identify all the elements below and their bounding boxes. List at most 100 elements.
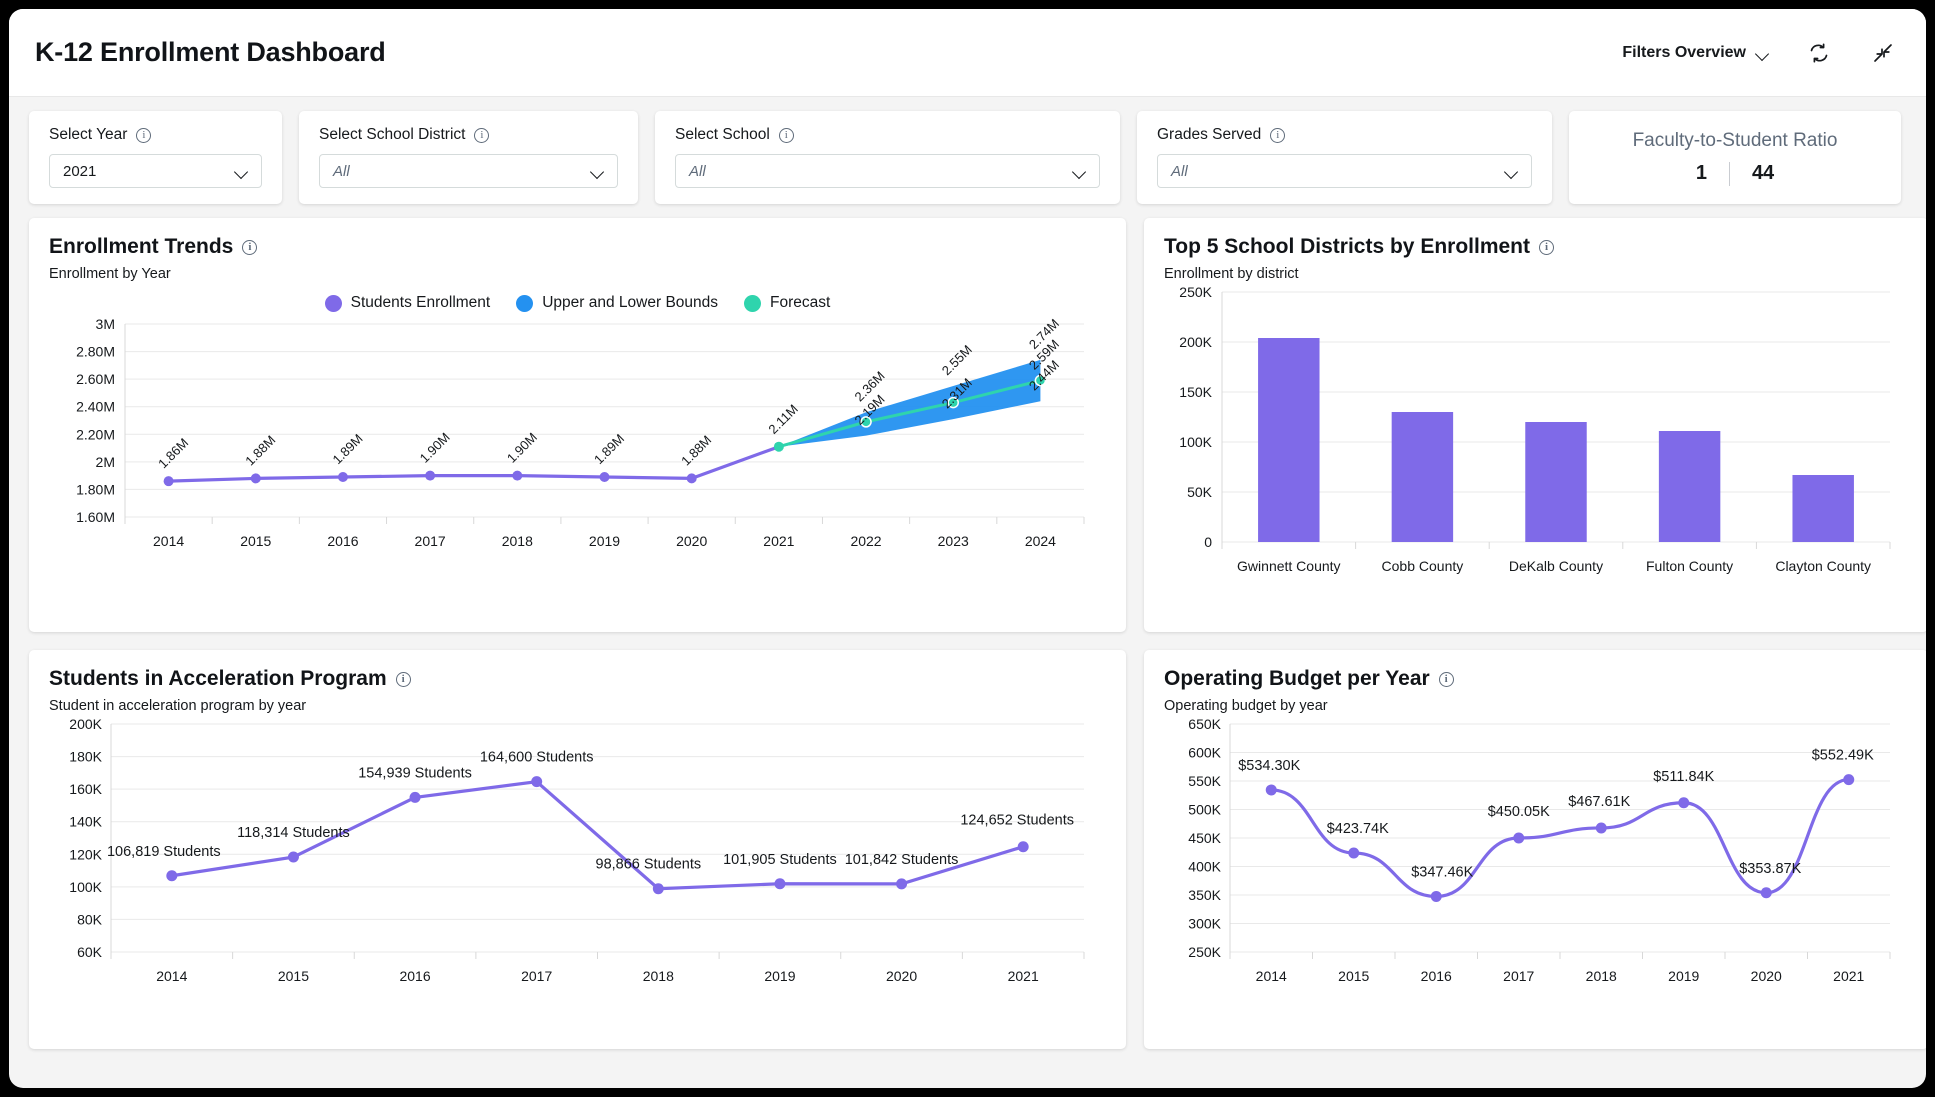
collapse-button[interactable] xyxy=(1868,38,1898,68)
data-label: 164,600 Students xyxy=(480,750,594,766)
data-point[interactable] xyxy=(896,878,908,890)
data-label: $511.84K xyxy=(1653,769,1714,785)
filters-overview-dropdown[interactable]: Filters Overview xyxy=(1622,44,1770,62)
data-point[interactable] xyxy=(1595,822,1607,834)
header-actions: Filters Overview xyxy=(1622,38,1898,68)
info-icon[interactable] xyxy=(136,127,152,143)
data-point[interactable] xyxy=(1760,887,1772,899)
data-point[interactable] xyxy=(686,473,697,484)
legend-item[interactable]: Upper and Lower Bounds xyxy=(516,294,718,312)
data-point[interactable] xyxy=(1348,847,1360,859)
data-point[interactable] xyxy=(1513,832,1525,844)
data-point[interactable] xyxy=(287,851,299,863)
info-icon[interactable] xyxy=(474,127,490,143)
info-icon[interactable] xyxy=(778,127,794,143)
data-point[interactable] xyxy=(1017,841,1029,853)
y-axis-tick: 350K xyxy=(1188,887,1221,903)
data-point[interactable] xyxy=(409,791,421,803)
select-year-dropdown[interactable]: 2021 xyxy=(49,154,262,188)
data-point[interactable] xyxy=(1843,774,1855,786)
info-icon[interactable] xyxy=(1539,239,1554,255)
data-point[interactable] xyxy=(337,472,348,483)
data-point[interactable] xyxy=(1265,784,1277,796)
data-point[interactable] xyxy=(652,883,664,895)
y-axis-tick: 100K xyxy=(1179,434,1212,450)
legend-item[interactable]: Students Enrollment xyxy=(324,294,490,312)
bar[interactable] xyxy=(1391,412,1454,542)
data-point[interactable] xyxy=(163,476,174,487)
panel-title-text: Top 5 School Districts by Enrollment xyxy=(1164,235,1530,258)
data-point[interactable] xyxy=(773,441,784,452)
select-school-value: All xyxy=(689,162,706,180)
data-point[interactable] xyxy=(1678,797,1690,809)
dashboard-window: K-12 Enrollment Dashboard Filters Overvi… xyxy=(9,9,1926,1088)
kpi-value-right: 44 xyxy=(1751,162,1775,184)
data-label: 1.90M xyxy=(504,430,540,466)
data-label: $423.74K xyxy=(1327,821,1389,837)
bar[interactable] xyxy=(1658,431,1721,542)
x-axis-tick: 2019 xyxy=(589,533,620,549)
x-axis-tick: Fulton County xyxy=(1646,558,1733,574)
grades-served-dropdown[interactable]: All xyxy=(1157,154,1532,188)
data-point[interactable] xyxy=(166,870,178,882)
data-point[interactable] xyxy=(512,470,523,481)
legend-swatch-bounds xyxy=(516,294,534,312)
y-axis-tick: 250K xyxy=(1179,284,1212,300)
filter-select-school: Select School All xyxy=(655,111,1120,204)
data-point[interactable] xyxy=(531,776,543,788)
y-axis-tick: 400K xyxy=(1188,859,1221,875)
refresh-button[interactable] xyxy=(1804,38,1834,68)
filter-select-year: Select Year 2021 xyxy=(29,111,282,204)
y-axis-tick: 160K xyxy=(69,781,102,797)
y-axis-tick: 650K xyxy=(1188,716,1221,732)
data-label: 2.55M xyxy=(939,342,975,378)
data-point[interactable] xyxy=(250,473,261,484)
y-axis-tick: 2.80M xyxy=(76,344,115,360)
chart-legend: Students Enrollment Upper and Lower Boun… xyxy=(49,294,1106,312)
x-axis-tick: 2014 xyxy=(153,533,184,549)
acceleration-svg: 200K 180K 160K 140K 120K 100K 80K 60K 106,819 St… xyxy=(69,716,1085,984)
y-axis-tick: 250K xyxy=(1188,944,1221,960)
filters-overview-label: Filters Overview xyxy=(1622,43,1746,61)
data-label: 154,939 Students xyxy=(358,765,472,781)
chevron-down-icon xyxy=(591,167,605,175)
acceleration-plot: 200K 180K 160K 140K 120K 100K 80K 60K 106,819 St… xyxy=(49,714,1106,1019)
data-label: 1.86M xyxy=(155,435,191,471)
y-axis-tick: 2.60M xyxy=(76,371,115,387)
x-axis-tick: 2020 xyxy=(1751,968,1782,984)
y-axis-tick: 80K xyxy=(77,911,103,927)
panel-subtitle: Operating budget by year xyxy=(1164,698,1328,714)
bar[interactable] xyxy=(1525,422,1587,542)
select-school-district-dropdown[interactable]: All xyxy=(319,154,618,188)
info-icon[interactable] xyxy=(1438,671,1454,687)
bar[interactable] xyxy=(1792,475,1854,542)
data-point[interactable] xyxy=(425,470,436,481)
x-axis-tick: 2014 xyxy=(1256,968,1287,984)
forecast-band xyxy=(778,359,1041,447)
data-point[interactable] xyxy=(774,878,786,890)
info-icon[interactable] xyxy=(1270,127,1286,143)
x-axis-tick: 2017 xyxy=(1503,968,1534,984)
kpi-title: Faculty-to-Student Ratio xyxy=(1632,129,1838,151)
bar[interactable] xyxy=(1258,338,1320,542)
info-icon[interactable] xyxy=(395,671,411,687)
data-label: 101,842 Students xyxy=(845,852,959,868)
panel-title-text: Enrollment Trends xyxy=(49,235,234,258)
data-point[interactable] xyxy=(1430,890,1442,902)
data-point[interactable] xyxy=(599,472,610,483)
data-label: 1.88M xyxy=(678,432,714,468)
filter-label-text: Select Year xyxy=(49,126,128,143)
chart-grid: Enrollment Trends Enrollment by Year Stu… xyxy=(9,204,1926,1069)
filter-bar: Select Year 2021 Select School District … xyxy=(9,97,1926,204)
y-axis-tick: 300K xyxy=(1188,916,1221,932)
legend-item[interactable]: Forecast xyxy=(744,294,830,312)
x-axis-tick: 2014 xyxy=(156,968,187,984)
info-icon[interactable] xyxy=(242,239,258,255)
kpi-divider xyxy=(1728,161,1730,186)
select-school-dropdown[interactable]: All xyxy=(675,154,1100,188)
legend-label: Forecast xyxy=(770,294,831,311)
x-axis-tick: 2015 xyxy=(240,533,271,549)
legend-swatch-forecast xyxy=(744,294,762,312)
x-axis-tick: 2019 xyxy=(764,968,795,984)
y-axis-tick: 150K xyxy=(1179,384,1212,400)
